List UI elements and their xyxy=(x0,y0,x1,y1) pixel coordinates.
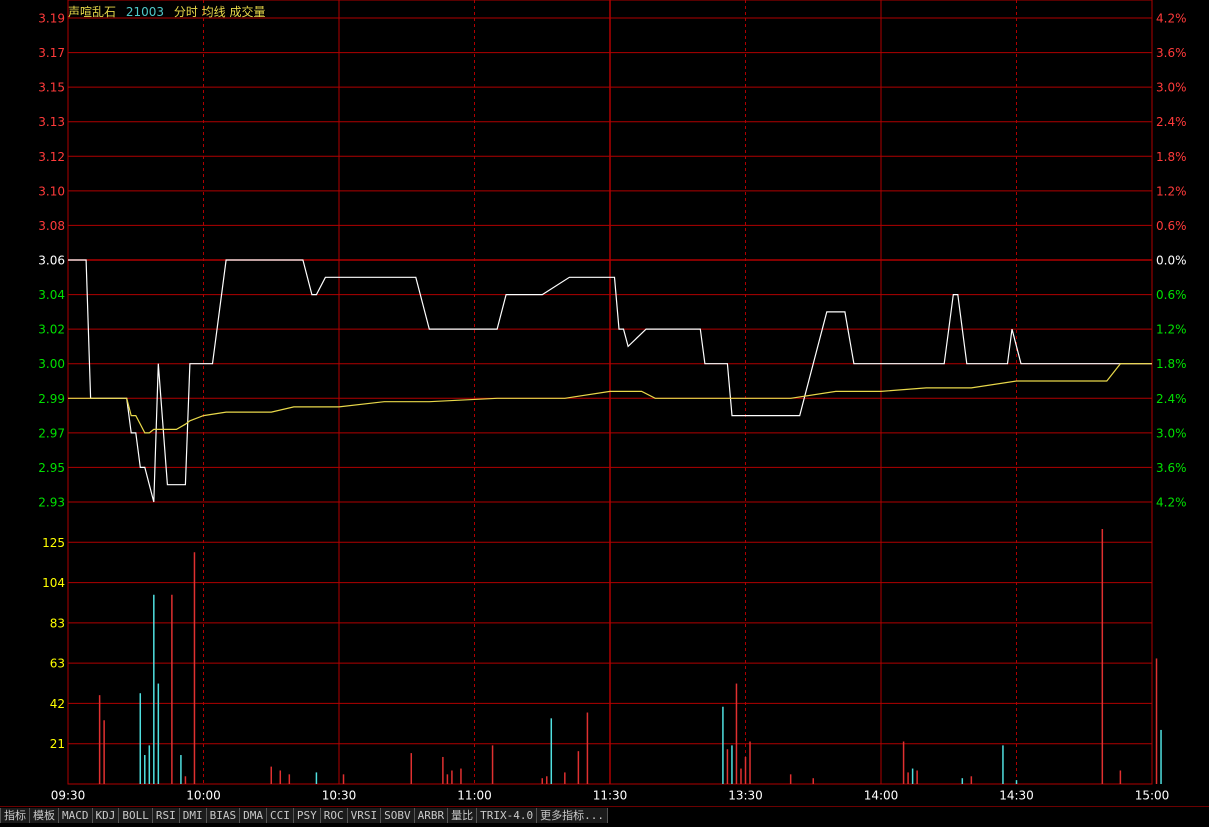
time-tick-label: 10:00 xyxy=(186,789,221,803)
volume-tick-label: 21 xyxy=(50,737,65,751)
time-tick-label: 11:00 xyxy=(457,789,492,803)
volume-tick-label: 104 xyxy=(42,576,65,590)
percent-tick-label: 1.2% xyxy=(1156,184,1187,198)
time-tick-label: 15:00 xyxy=(1135,789,1170,803)
percent-tick-label: 2.4% xyxy=(1156,392,1187,406)
price-tick-label: 3.19 xyxy=(38,12,65,26)
price-tick-label: 3.13 xyxy=(38,115,65,129)
tab-5[interactable]: RSI xyxy=(152,808,180,823)
time-tick-label: 13:30 xyxy=(728,789,763,803)
percent-tick-label: 3.6% xyxy=(1156,46,1187,60)
time-tick-label: 10:30 xyxy=(322,789,357,803)
percent-tick-label: 4.2% xyxy=(1156,496,1187,510)
price-tick-label: 3.06 xyxy=(38,254,65,268)
time-tick-label: 09:30 xyxy=(51,789,86,803)
tab-2[interactable]: MACD xyxy=(59,808,93,823)
volume-tick-label: 63 xyxy=(50,657,65,671)
stock-code: 21003 xyxy=(125,5,165,19)
intraday-chart[interactable]: 3.19 4.2% 3.17 3.6% 3.15 3.0% 3.13 2.4% 3.12 1.8%… xyxy=(0,0,1209,823)
tab-8[interactable]: DMA xyxy=(240,808,267,823)
price-tick-label: 3.10 xyxy=(38,184,65,198)
tab-16[interactable]: TRIX-4.0 xyxy=(477,808,538,823)
price-tick-label: 3.08 xyxy=(38,219,65,233)
price-tick-label: 3.04 xyxy=(38,288,65,302)
chart-title: 分时 均线 成交量 xyxy=(173,5,266,19)
percent-tick-label: 1.8% xyxy=(1156,150,1187,164)
tab-7[interactable]: BIAS xyxy=(206,808,241,823)
price-tick-label: 3.02 xyxy=(38,323,65,337)
time-tick-label: 14:30 xyxy=(999,789,1034,803)
percent-tick-label: 3.6% xyxy=(1156,461,1187,475)
price-tick-label: 2.95 xyxy=(38,461,65,475)
percent-tick-label: 3.0% xyxy=(1156,426,1187,440)
percent-tick-label: 0.0% xyxy=(1156,254,1187,268)
percent-tick-label: 0.6% xyxy=(1156,288,1187,302)
percent-tick-label: 3.0% xyxy=(1156,81,1187,95)
volume-tick-label: 83 xyxy=(50,616,65,630)
volume-tick-label: 125 xyxy=(42,536,65,550)
tab-9[interactable]: CCI xyxy=(267,808,294,823)
tab-11[interactable]: ROC xyxy=(320,808,348,823)
percent-tick-label: 1.2% xyxy=(1156,323,1187,337)
volume-tick-label: 42 xyxy=(50,697,65,711)
price-tick-label: 3.15 xyxy=(38,81,65,95)
price-tick-label: 3.12 xyxy=(38,150,65,164)
percent-tick-label: 4.2% xyxy=(1156,12,1187,26)
tab-3[interactable]: KDJ xyxy=(92,808,120,823)
price-tick-label: 2.93 xyxy=(38,496,65,510)
stock-name: 声喧乱石 xyxy=(68,5,117,19)
tab-10[interactable]: PSY xyxy=(293,808,321,823)
percent-tick-label: 1.8% xyxy=(1156,357,1187,371)
time-tick-label: 14:00 xyxy=(864,789,899,803)
price-tick-label: 2.99 xyxy=(38,392,65,406)
indicator-tab-bar: 指标 模板 MACD KDJ BOLL RSI DMI BIAS DMA CCI PSY ROC VRS… xyxy=(0,806,1209,824)
tab-15[interactable]: 量比 xyxy=(448,808,478,823)
tab-4[interactable]: BOLL xyxy=(119,808,153,823)
price-tick-label: 3.00 xyxy=(38,357,65,371)
chart-area[interactable]: 3.19 4.2% 3.17 3.6% 3.15 3.0% 3.13 2.4% 3.12 1.8%… xyxy=(0,0,1209,823)
time-tick-label: 11:30 xyxy=(593,789,628,803)
percent-tick-label: 2.4% xyxy=(1156,115,1187,129)
tab-0[interactable]: 指标 xyxy=(0,808,30,823)
chart-header: 声喧乱石 21003 分时 均线 成交量 xyxy=(68,3,272,20)
tab-17[interactable]: 更多指标... xyxy=(537,808,608,823)
price-tick-label: 3.17 xyxy=(38,46,65,60)
tab-12[interactable]: VRSI xyxy=(347,808,382,823)
tab-13[interactable]: SOBV xyxy=(381,808,415,823)
percent-tick-label: 0.6% xyxy=(1156,219,1187,233)
price-tick-label: 2.97 xyxy=(38,426,65,440)
tab-6[interactable]: DMI xyxy=(179,808,207,823)
tab-1[interactable]: 模板 xyxy=(30,808,59,823)
tab-14[interactable]: ARBR xyxy=(414,808,449,823)
